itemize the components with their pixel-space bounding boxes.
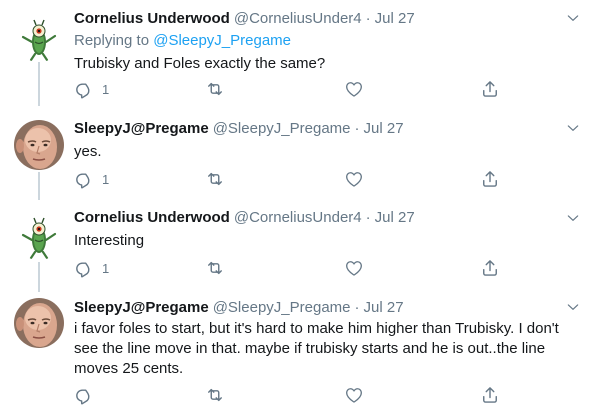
- share-button[interactable]: [480, 79, 500, 99]
- tweet[interactable]: Cornelius Underwood @CorneliusUnder4 · Jul …: [0, 0, 596, 110]
- separator-dot: ·: [354, 120, 360, 137]
- reply-icon: [74, 385, 94, 405]
- retweet-button[interactable]: [205, 385, 225, 405]
- display-name[interactable]: SleepyJ@Pregame: [74, 299, 209, 316]
- timestamp[interactable]: Jul 27: [364, 120, 404, 137]
- like-button[interactable]: [344, 79, 364, 99]
- share-icon: [480, 169, 500, 189]
- tweet-header: Cornelius Underwood @CorneliusUnder4 · Jul …: [74, 9, 576, 29]
- tweet[interactable]: Cornelius Underwood @CorneliusUnder4 · Jul …: [0, 200, 596, 290]
- reply-thread: Cornelius Underwood @CorneliusUnder4 · Jul …: [0, 0, 596, 413]
- timestamp[interactable]: Jul 27: [375, 10, 415, 27]
- retweet-icon: [205, 385, 225, 405]
- share-icon: [480, 385, 500, 405]
- reply-button[interactable]: 1: [74, 169, 109, 189]
- share-button[interactable]: [480, 258, 500, 278]
- user-handle[interactable]: @SleepyJ_Pregame: [213, 299, 351, 316]
- share-button[interactable]: [480, 385, 500, 405]
- display-name[interactable]: Cornelius Underwood: [74, 209, 230, 226]
- plankton-avatar-icon[interactable]: [14, 210, 64, 260]
- replying-prefix: Replying to: [74, 32, 150, 49]
- timestamp[interactable]: Jul 27: [364, 299, 404, 316]
- retweet-button[interactable]: [205, 169, 225, 189]
- retweet-button[interactable]: [205, 258, 225, 278]
- reply-button[interactable]: [74, 385, 102, 405]
- reply-icon: [74, 79, 94, 99]
- like-icon: [344, 169, 364, 189]
- tweet[interactable]: SleepyJ@Pregame @SleepyJ_Pregame · Jul 27 y…: [0, 110, 596, 200]
- chevron-down-icon[interactable]: [566, 121, 580, 135]
- tweet-actions: [74, 385, 514, 405]
- retweet-icon: [205, 79, 225, 99]
- tweet-actions: 1: [74, 169, 514, 189]
- user-handle[interactable]: @CorneliusUnder4: [234, 209, 362, 226]
- replying-to: Replying to @SleepyJ_Pregame: [74, 31, 576, 51]
- retweet-icon: [205, 169, 225, 189]
- reply-icon: [74, 169, 94, 189]
- reply-count: 1: [102, 171, 110, 187]
- reply-button[interactable]: 1: [74, 79, 109, 99]
- share-icon: [480, 258, 500, 278]
- like-icon: [344, 79, 364, 99]
- reply-button[interactable]: 1: [74, 258, 109, 278]
- separator-dot: ·: [354, 299, 360, 316]
- like-button[interactable]: [344, 385, 364, 405]
- chevron-down-icon[interactable]: [566, 300, 580, 314]
- chevron-down-icon[interactable]: [566, 211, 580, 225]
- tweet-actions: 1: [74, 258, 514, 278]
- display-name[interactable]: SleepyJ@Pregame: [74, 120, 209, 137]
- display-name[interactable]: Cornelius Underwood: [74, 10, 230, 27]
- like-icon: [344, 385, 364, 405]
- face-avatar-icon[interactable]: [14, 298, 64, 348]
- like-button[interactable]: [344, 258, 364, 278]
- retweet-button[interactable]: [205, 79, 225, 99]
- timestamp[interactable]: Jul 27: [375, 209, 415, 226]
- like-button[interactable]: [344, 169, 364, 189]
- tweet-actions: 1: [74, 79, 514, 99]
- face-avatar-icon[interactable]: [14, 120, 64, 170]
- reply-count: 1: [102, 81, 110, 97]
- reply-icon: [74, 258, 94, 278]
- tweet-header: SleepyJ@Pregame @SleepyJ_Pregame · Jul 27: [74, 119, 576, 139]
- user-handle[interactable]: @SleepyJ_Pregame: [213, 120, 351, 137]
- tweet-header: SleepyJ@Pregame @SleepyJ_Pregame · Jul 27: [74, 298, 576, 318]
- tweet-header: Cornelius Underwood @CorneliusUnder4 · Jul …: [74, 208, 576, 228]
- tweet-text: Trubisky and Foles exactly the same?: [74, 55, 326, 72]
- separator-dot: ·: [365, 209, 371, 226]
- user-handle[interactable]: @CorneliusUnder4: [234, 10, 362, 27]
- like-icon: [344, 258, 364, 278]
- tweet-text: i favor foles to start, but it's hard to…: [74, 320, 559, 377]
- tweet-text: yes.: [74, 143, 102, 160]
- share-icon: [480, 79, 500, 99]
- share-button[interactable]: [480, 169, 500, 189]
- tweet-text: Interesting: [74, 232, 145, 249]
- chevron-down-icon[interactable]: [566, 11, 580, 25]
- plankton-avatar-icon[interactable]: [14, 12, 64, 62]
- separator-dot: ·: [365, 10, 371, 27]
- reply-count: 1: [102, 260, 110, 276]
- retweet-icon: [205, 258, 225, 278]
- tweet[interactable]: SleepyJ@Pregame @SleepyJ_Pregame · Jul 27 i…: [0, 290, 596, 413]
- mention-link[interactable]: @SleepyJ_Pregame: [153, 32, 291, 49]
